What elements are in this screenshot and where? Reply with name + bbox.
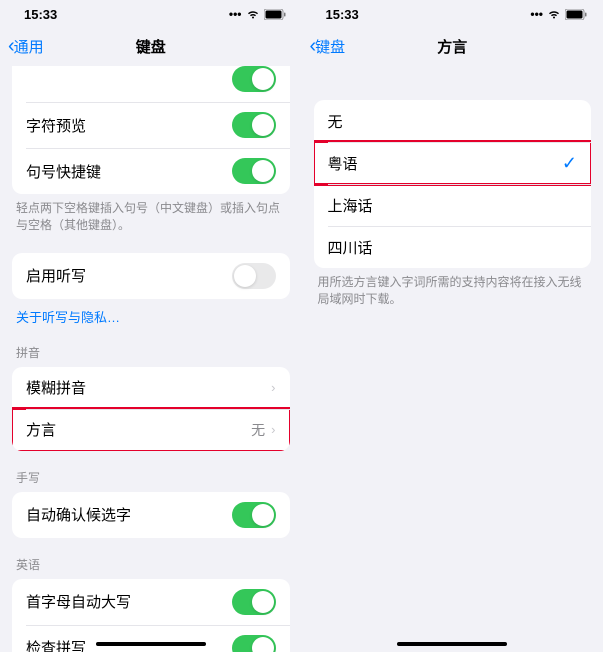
toggle-switch[interactable]: [232, 158, 276, 184]
row-check-spelling[interactable]: 检查拼写: [12, 625, 290, 652]
group-pinyin: 拼音 模糊拼音 › 方言 无 ›: [0, 344, 302, 451]
dialect-content: 无 粤语 ✓ 上海话 四川话 用所选方言键入字词所需的支持内容将在接入无线局域网…: [302, 64, 603, 652]
cell-label: 句号快捷键: [26, 161, 101, 182]
dialect-option-none[interactable]: 无: [314, 100, 592, 142]
cell-label: 字符预览: [26, 115, 86, 136]
toggle-switch[interactable]: [232, 66, 276, 92]
group-english: 英语 首字母自动大写 检查拼写 输入预测 滑行键入时逐词删除: [0, 556, 302, 652]
cell-label: 首字母自动大写: [26, 591, 131, 612]
group-header: 拼音: [0, 344, 302, 367]
screen-keyboard-settings: 15:33 ••• ‹ 通用 键盘 字符预览: [0, 0, 302, 652]
group-header: 英语: [0, 556, 302, 579]
dialect-option-sichuanese[interactable]: 四川话: [314, 226, 592, 268]
row-enable-dictation[interactable]: 启用听写: [12, 253, 290, 299]
dialect-footer: 用所选方言键入字词所需的支持内容将在接入无线局域网时下载。: [302, 268, 603, 309]
group-header: 手写: [0, 469, 302, 492]
cellular-dots-icon: •••: [530, 7, 543, 21]
battery-icon: [565, 9, 587, 20]
status-bar: 15:33 •••: [302, 0, 603, 28]
nav-back-label: 键盘: [315, 36, 345, 57]
row-character-preview[interactable]: 字符预览: [12, 102, 290, 148]
battery-icon: [264, 9, 286, 20]
cell-label: 方言: [26, 419, 56, 440]
cell-label: 模糊拼音: [26, 377, 86, 398]
nav-back-button[interactable]: ‹ 键盘: [310, 35, 346, 58]
nav-bar: ‹ 通用 键盘: [0, 28, 302, 64]
chevron-right-icon: ›: [271, 380, 275, 395]
dialect-option-shanghainese[interactable]: 上海话: [314, 184, 592, 226]
group-general: 字符预览 句号快捷键 轻点两下空格键插入句号（中文键盘）或插入句点与空格（其他键…: [0, 66, 302, 235]
nav-bar: ‹ 键盘 方言: [302, 28, 603, 64]
screen-dialect-selection: 15:33 ••• ‹ 键盘 方言 无 粤语 ✓ 上海话 四川话: [302, 0, 603, 652]
cell-label: 四川话: [328, 237, 373, 258]
row-period-shortcut[interactable]: 句号快捷键: [12, 148, 290, 194]
group-footer: 轻点两下空格键插入句号（中文键盘）或插入句点与空格（其他键盘）。: [0, 194, 302, 235]
cell-label: 无: [328, 111, 343, 132]
cell-label: 检查拼写: [26, 637, 86, 652]
cell-label: 上海话: [328, 195, 373, 216]
status-bar: 15:33 •••: [0, 0, 302, 28]
toggle-switch[interactable]: [232, 635, 276, 652]
home-indicator[interactable]: [96, 642, 206, 646]
chevron-right-icon: ›: [271, 422, 275, 437]
row-partial-toggle[interactable]: [12, 66, 290, 102]
wifi-icon: [547, 9, 561, 19]
group-handwriting: 手写 自动确认候选字: [0, 469, 302, 538]
cell-label: 启用听写: [26, 265, 86, 286]
row-dialect[interactable]: 方言 无 ›: [12, 409, 290, 451]
row-auto-confirm-candidate[interactable]: 自动确认候选字: [12, 492, 290, 538]
status-icons: •••: [229, 7, 286, 21]
toggle-switch[interactable]: [232, 112, 276, 138]
status-time: 15:33: [24, 7, 57, 22]
cellular-dots-icon: •••: [229, 7, 242, 21]
checkmark-icon: ✓: [562, 153, 577, 174]
nav-title: 键盘: [0, 36, 302, 57]
nav-title: 方言: [302, 36, 603, 57]
cell-value: 无: [251, 420, 265, 440]
nav-back-label: 通用: [14, 36, 44, 57]
toggle-switch[interactable]: [232, 263, 276, 289]
dictation-privacy-link[interactable]: 关于听写与隐私…: [0, 299, 302, 326]
dialect-option-cantonese[interactable]: 粤语 ✓: [314, 142, 592, 184]
cell-label: 自动确认候选字: [26, 504, 131, 525]
row-fuzzy-pinyin[interactable]: 模糊拼音 ›: [12, 367, 290, 409]
status-time: 15:33: [326, 7, 359, 22]
status-icons: •••: [530, 7, 587, 21]
cell-label: 粤语: [328, 153, 358, 174]
toggle-switch[interactable]: [232, 589, 276, 615]
dialect-list: 无 粤语 ✓ 上海话 四川话: [314, 100, 592, 268]
group-dictation: 启用听写 关于听写与隐私…: [0, 253, 302, 326]
nav-back-button[interactable]: ‹ 通用: [8, 35, 44, 58]
row-auto-capitalize[interactable]: 首字母自动大写: [12, 579, 290, 625]
wifi-icon: [246, 9, 260, 19]
toggle-switch[interactable]: [232, 502, 276, 528]
settings-content: 字符预览 句号快捷键 轻点两下空格键插入句号（中文键盘）或插入句点与空格（其他键…: [0, 64, 302, 652]
home-indicator[interactable]: [397, 642, 507, 646]
